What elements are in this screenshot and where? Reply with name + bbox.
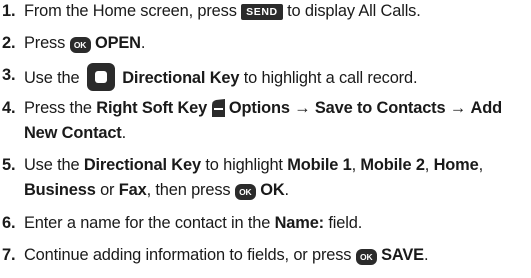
step-text: Press the Right Soft Key Options → Save … [24, 99, 502, 142]
step-1: 1. From the Home screen, press SEND to d… [0, 0, 531, 24]
instruction-document: 1. From the Home screen, press SEND to d… [0, 0, 531, 278]
right-soft-key-icon [211, 99, 225, 117]
ok-key-icon: OK [355, 249, 377, 265]
step-number: 2. [2, 34, 16, 52]
step-number: 6. [2, 214, 16, 232]
step-3: 3. Use the Directional Key to highlight … [0, 63, 531, 91]
step-2: 2. Press OK OPEN. [0, 31, 531, 56]
step-text: Use the Directional Key to highlight Mob… [24, 156, 483, 200]
step-4: 4. Press the Right Soft Key Options → Sa… [0, 96, 531, 145]
step-6: 6. Enter a name for the contact in the N… [0, 211, 531, 236]
ok-key-icon: OK [69, 37, 91, 53]
step-7: 7. Continue adding information to fields… [0, 243, 531, 268]
step-number: 4. [2, 99, 16, 117]
send-key-icon: SEND [241, 4, 283, 20]
arrow-right-icon: → [449, 99, 467, 117]
arrow-right-icon: → [294, 99, 311, 117]
step-number: 1. [2, 2, 16, 20]
step-5: 5. Use the Directional Key to highlight … [0, 153, 531, 202]
step-text: Use the Directional Key to highlight a c… [24, 63, 531, 91]
ok-key-icon: OK [234, 183, 256, 200]
step-number: 5. [2, 156, 16, 174]
directional-key-icon [86, 63, 115, 91]
step-text: Press OK OPEN. [24, 34, 146, 53]
step-text: From the Home screen, press SEND to disp… [24, 2, 421, 20]
step-number: 7. [2, 246, 16, 264]
step-text: Enter a name for the contact in the Name… [24, 214, 363, 232]
step-number: 3. [2, 66, 16, 84]
step-text: Continue adding information to fields, o… [24, 246, 429, 265]
